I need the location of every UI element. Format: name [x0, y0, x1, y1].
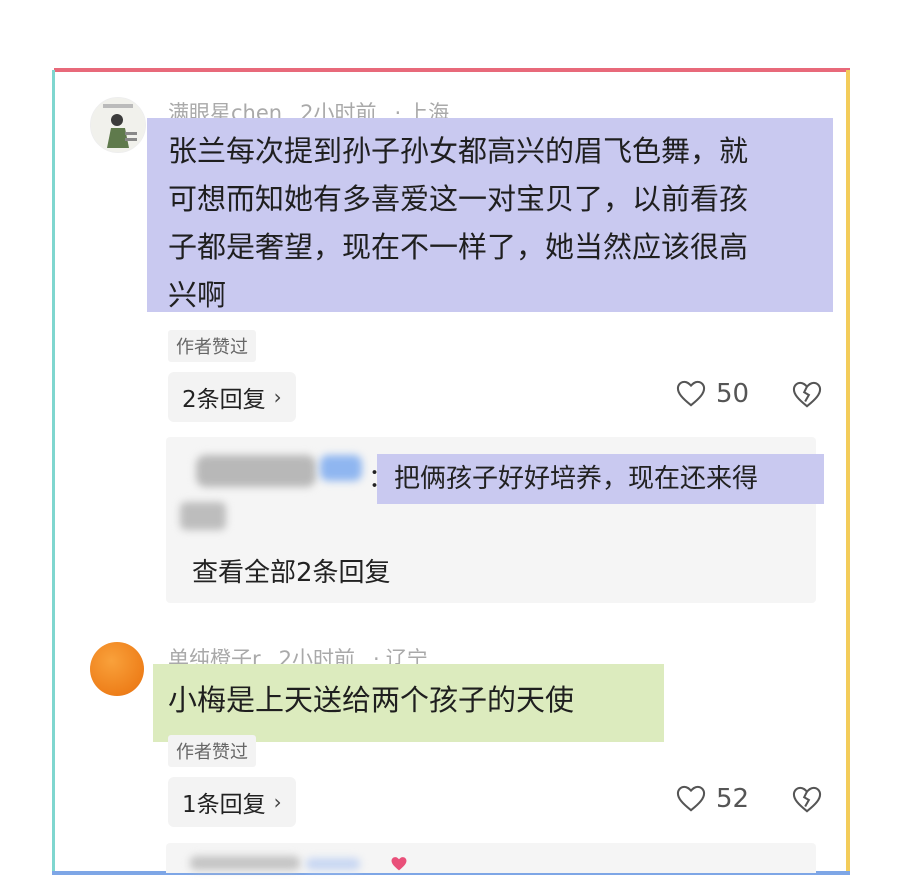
like-count: 52: [716, 784, 750, 814]
broken-heart-icon[interactable]: [792, 381, 822, 409]
broken-heart-icon[interactable]: [792, 786, 822, 814]
author-liked-badge: 作者赞过: [168, 735, 256, 767]
heart-outline-icon: [676, 380, 706, 407]
comment-text[interactable]: 小梅是上天送给两个孩子的天使: [168, 676, 574, 724]
chevron-right-icon: ›: [273, 790, 282, 814]
chevron-right-icon: ›: [273, 385, 282, 409]
like-button[interactable]: 50: [676, 379, 749, 409]
comment-text-line: 可想而知她有多喜爱这一对宝贝了，以前看孩: [168, 182, 749, 216]
frame-left-border: [52, 70, 55, 873]
comment-text-line: 兴啊: [168, 278, 227, 312]
blurred-reply-username: [196, 455, 316, 487]
like-button[interactable]: 52: [676, 784, 749, 814]
avatar[interactable]: [90, 642, 144, 696]
replies-label: 1条回复: [182, 792, 266, 818]
author-liked-badge: 作者赞过: [168, 330, 256, 362]
avatar[interactable]: [90, 97, 146, 153]
frame-right-border: [846, 70, 850, 873]
blurred-reply-username: [190, 856, 300, 870]
heart-outline-icon: [676, 785, 706, 812]
frame-top-border: [54, 68, 850, 72]
blurred-reply-badge: [320, 455, 362, 481]
blurred-reply-badge: [306, 858, 360, 870]
comment-text-line: 张兰每次提到孙子孙女都高兴的眉飞色舞，就: [168, 134, 749, 168]
blurred-reply-username-continued: [180, 502, 226, 530]
heart-icon: [391, 857, 407, 871]
comment-text[interactable]: 张兰每次提到孙子孙女都高兴的眉飞色舞，就 可想而知她有多喜爱这一对宝贝了，以前看…: [168, 127, 748, 319]
like-count: 50: [716, 379, 750, 409]
view-all-replies-link[interactable]: 查看全部2条回复: [192, 552, 391, 589]
comment-text-line: 子都是奢望，现在不一样了，她当然应该很高: [168, 230, 749, 264]
replies-button[interactable]: 1条回复 ›: [168, 777, 296, 827]
replies-label: 2条回复: [182, 387, 266, 413]
replies-button[interactable]: 2条回复 ›: [168, 372, 296, 422]
reply-text: ：把俩孩子好好培养，现在还来得: [368, 464, 759, 494]
